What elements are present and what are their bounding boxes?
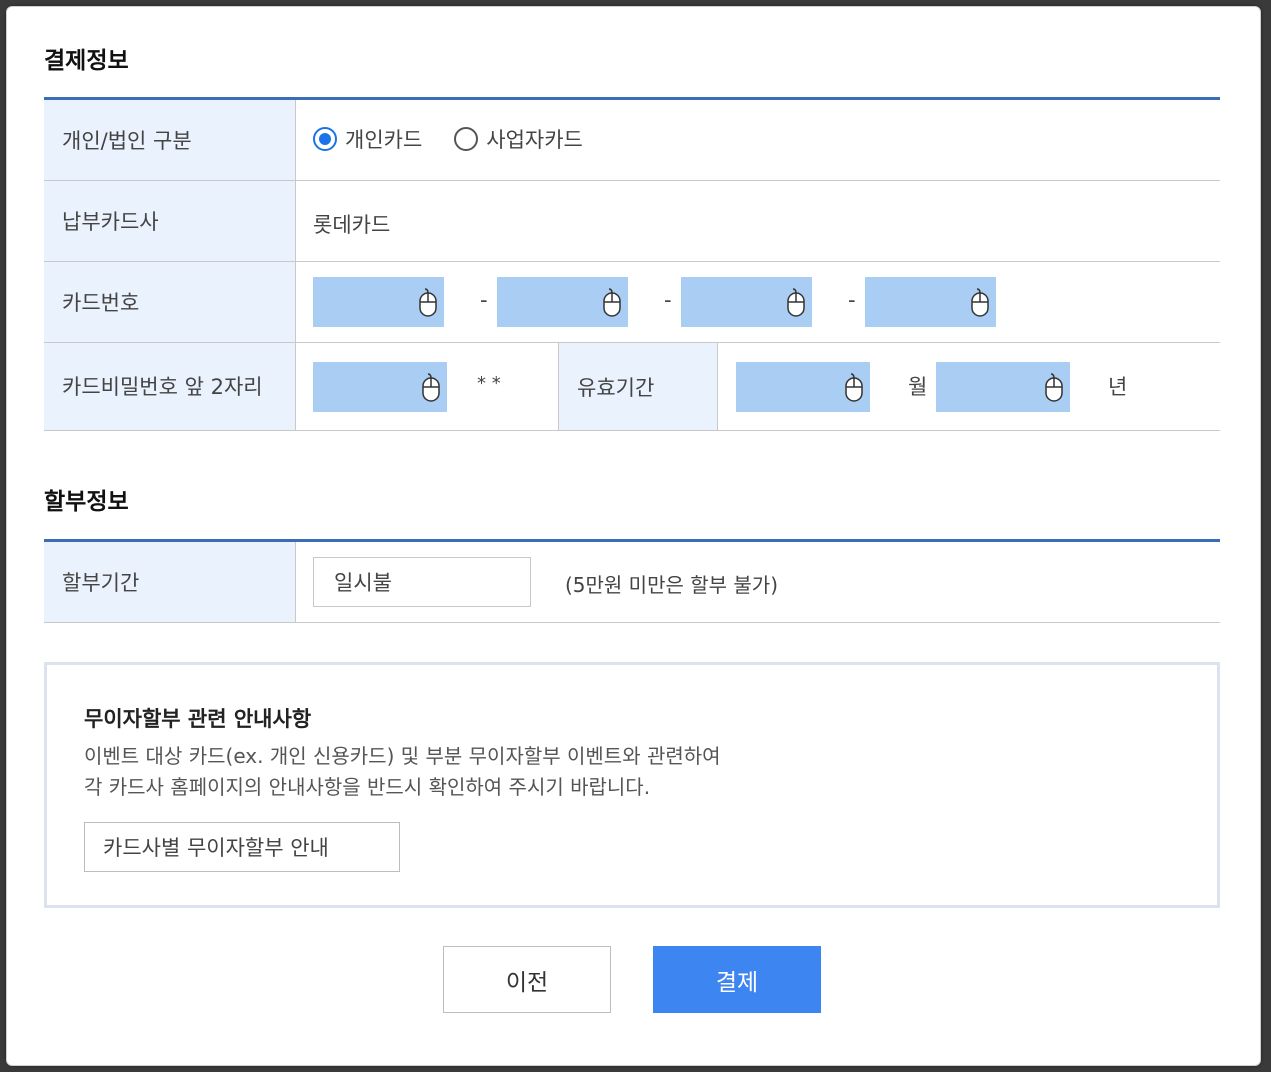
radio-checked-icon[interactable] — [313, 127, 337, 151]
card-issuer-value: 롯데카드 — [313, 213, 391, 237]
card-type-radio-group: 개인카드 사업자카드 — [313, 124, 615, 154]
card-number-label: 카드번호 — [44, 262, 296, 342]
notice-title: 무이자할부 관련 안내사항 — [84, 707, 312, 731]
card-issuer-cell: 롯데카드 — [296, 181, 1220, 261]
radio-personal-label: 개인카드 — [345, 128, 423, 152]
card-number-input-4[interactable] — [865, 277, 996, 327]
notice-line: 이벤트 대상 카드(ex. 개인 신용카드) 및 부분 무이자할부 이벤트와 관… — [84, 744, 721, 768]
expiry-month-unit: 월 — [908, 375, 928, 399]
notice-text: 이벤트 대상 카드(ex. 개인 신용카드) 및 부분 무이자할부 이벤트와 관… — [84, 741, 721, 803]
card-issuer-label: 납부카드사 — [44, 181, 296, 261]
card-number-input-3[interactable] — [681, 277, 812, 327]
installment-period-cell: 일시불 (5만원 미만은 할부 불가) — [296, 542, 1220, 622]
expiry-label: 유효기간 — [558, 343, 718, 430]
payment-table: 개인/법인 구분 개인카드 사업자카드 납부카드사 롯데카드 카드번호 - - … — [44, 97, 1220, 431]
card-type-cell: 개인카드 사업자카드 — [296, 100, 1220, 180]
installment-period-note: (5만원 미만은 할부 불가) — [565, 573, 779, 597]
card-type-label: 개인/법인 구분 — [44, 100, 296, 180]
notice-line: 각 카드사 홈페이지의 안내사항을 반드시 확인하여 주시기 바랍니다. — [84, 775, 651, 799]
payment-section-title: 결제정보 — [44, 48, 129, 74]
installment-section-title: 할부정보 — [44, 489, 129, 515]
interest-free-notice: 무이자할부 관련 안내사항 이벤트 대상 카드(ex. 개인 신용카드) 및 부… — [44, 662, 1220, 908]
radio-unchecked-icon[interactable] — [454, 127, 479, 151]
payment-dialog: 결제정보 개인/법인 구분 개인카드 사업자카드 납부카드사 롯데카드 카드번호… — [6, 6, 1261, 1066]
radio-business-label: 사업자카드 — [486, 128, 583, 152]
password-expiry-cell: * * 유효기간 월 년 — [296, 343, 1220, 430]
installment-table: 할부기간 일시불 (5만원 미만은 할부 불가) — [44, 539, 1220, 623]
mouse-icon — [971, 288, 989, 317]
expiry-year-input[interactable] — [936, 362, 1070, 412]
card-number-separator: - — [848, 288, 856, 312]
installment-period-select[interactable]: 일시불 — [313, 557, 531, 607]
mouse-icon — [419, 288, 437, 317]
mouse-icon — [1045, 373, 1063, 402]
card-type-row: 개인/법인 구분 개인카드 사업자카드 — [44, 100, 1220, 181]
password-mask: * * — [477, 373, 501, 394]
password-expiry-row: 카드비밀번호 앞 2자리 * * 유효기간 월 년 — [44, 343, 1220, 431]
pay-button[interactable]: 결제 — [653, 946, 821, 1013]
card-number-cell: - - - — [296, 262, 1220, 342]
card-issuer-row: 납부카드사 롯데카드 — [44, 181, 1220, 262]
card-number-input-1[interactable] — [313, 277, 444, 327]
interest-free-guide-button[interactable]: 카드사별 무이자할부 안내 — [84, 822, 400, 872]
card-number-separator: - — [664, 288, 672, 312]
installment-period-row: 할부기간 일시불 (5만원 미만은 할부 불가) — [44, 542, 1220, 623]
card-number-separator: - — [480, 288, 488, 312]
prev-button[interactable]: 이전 — [443, 946, 611, 1013]
card-number-input-2[interactable] — [497, 277, 628, 327]
card-password-input[interactable] — [313, 362, 447, 412]
mouse-icon — [603, 288, 621, 317]
card-password-label: 카드비밀번호 앞 2자리 — [44, 343, 296, 430]
radio-personal-card[interactable]: 개인카드 — [313, 124, 422, 154]
mouse-icon — [787, 288, 805, 317]
radio-business-card[interactable]: 사업자카드 — [454, 124, 583, 154]
mouse-icon — [845, 373, 863, 402]
card-number-row: 카드번호 - - - — [44, 262, 1220, 343]
expiry-month-input[interactable] — [736, 362, 870, 412]
installment-period-label: 할부기간 — [44, 542, 296, 622]
expiry-year-unit: 년 — [1108, 375, 1128, 399]
mouse-icon — [422, 373, 440, 402]
